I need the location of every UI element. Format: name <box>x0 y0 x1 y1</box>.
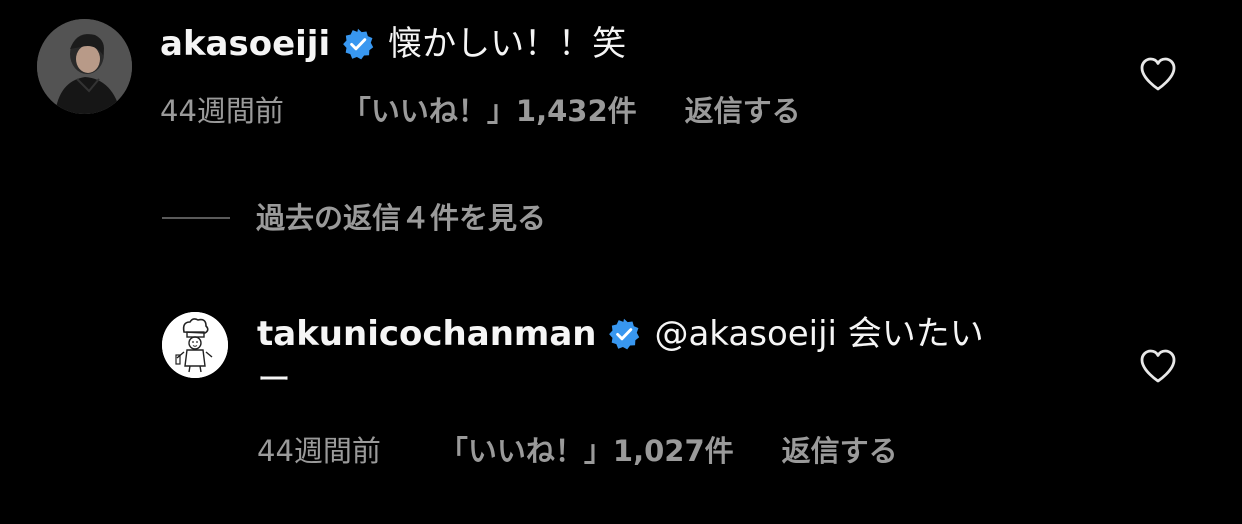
comment-likes-count[interactable]: 「いいね！」1,432件 <box>342 93 637 129</box>
chef-illustration-icon <box>162 312 228 378</box>
heart-outline-icon[interactable] <box>1139 348 1177 384</box>
verified-badge-icon <box>608 318 640 350</box>
avatar-photo-icon <box>37 19 132 114</box>
comment-timestamp: 44週間前 <box>160 94 284 128</box>
comment-text: 懐かしい！！笑 <box>388 24 627 64</box>
reply-meta: 44週間前 「いいね！」1,027件 返信する <box>257 433 898 469</box>
comment-username[interactable]: akasoeiji <box>160 24 330 64</box>
reply-timestamp: 44週間前 <box>257 434 381 468</box>
comment-header: akasoeiji 懐かしい！！笑 <box>160 24 626 64</box>
comment-meta: 44週間前 「いいね！」1,432件 返信する <box>160 93 801 129</box>
view-replies-label: 過去の返信４件を見る <box>256 201 547 235</box>
reply-button[interactable]: 返信する <box>685 93 801 129</box>
verified-badge-icon <box>342 28 374 60</box>
reply-text-continuation: ー <box>257 360 291 400</box>
avatar[interactable] <box>37 19 132 114</box>
reply-avatar[interactable] <box>162 312 228 378</box>
reply-button[interactable]: 返信する <box>782 433 898 469</box>
divider <box>162 217 230 219</box>
heart-outline-icon[interactable] <box>1139 56 1177 92</box>
reply-header: takunicochanman @akasoeiji 会いたい <box>257 314 984 354</box>
reply-text: @akasoeiji 会いたい <box>654 314 984 354</box>
view-replies-button[interactable]: 過去の返信４件を見る <box>162 200 546 236</box>
reply-username[interactable]: takunicochanman <box>257 314 596 354</box>
reply-likes-count[interactable]: 「いいね！」1,027件 <box>439 433 734 469</box>
